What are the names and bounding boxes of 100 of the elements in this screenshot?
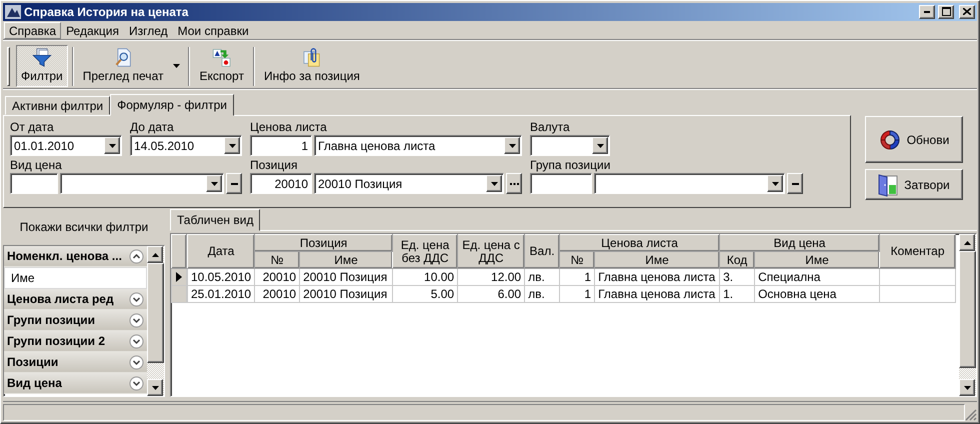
dropdown-field[interactable] — [530, 135, 610, 156]
minimize-button[interactable] — [919, 4, 935, 19]
column-header[interactable]: Позиция — [254, 234, 393, 252]
menu-item[interactable]: Справка — [4, 22, 62, 39]
expand-icon[interactable] — [129, 334, 144, 349]
caret-icon — [152, 386, 158, 390]
menu-item[interactable]: Мои справки — [172, 22, 254, 39]
tab[interactable]: Активни филтри — [5, 96, 110, 116]
dropdown-field[interactable] — [60, 173, 224, 194]
filter-group-header[interactable]: Групи позиции — [4, 310, 147, 332]
table-cell: 20010 Позиция — [300, 286, 393, 303]
table-cell: 12.00 — [458, 268, 525, 286]
current-row-icon — [175, 272, 183, 282]
table-cell: 1 — [560, 286, 595, 303]
expand-icon[interactable] — [129, 312, 144, 328]
table-cell: 20010 — [254, 286, 300, 303]
action-button[interactable]: Затвори — [865, 169, 963, 200]
dropdown-button[interactable] — [592, 137, 608, 154]
filter-group-header[interactable]: Ценова листа ред — [4, 289, 147, 310]
scrollbar[interactable] — [959, 234, 976, 396]
collapse-icon[interactable] — [129, 248, 144, 264]
window-title: Справка История на цената — [24, 4, 190, 19]
expand-icon[interactable] — [129, 354, 144, 370]
scrollbar[interactable] — [147, 246, 164, 396]
minus-icon — [230, 182, 238, 185]
clear-button[interactable] — [226, 173, 242, 194]
filter-group-header[interactable]: Позиции — [4, 352, 147, 374]
door-icon — [878, 172, 898, 197]
column-header[interactable]: Код — [720, 252, 755, 269]
dropdown-button[interactable] — [224, 137, 240, 154]
filter-group-header[interactable]: Номенкл. ценова ... — [4, 246, 147, 268]
resize-grip-icon[interactable] — [965, 408, 977, 421]
field-label: Вид цена — [10, 158, 63, 172]
show-all-filters-button[interactable]: Покажи всички филтри — [3, 209, 165, 246]
column-header[interactable]: Ценова листа — [560, 234, 720, 252]
table-cell: 5.00 — [392, 286, 458, 303]
dropdown-button[interactable] — [767, 175, 783, 192]
column-header[interactable]: Ед. цена с ДДС — [458, 234, 525, 269]
column-header[interactable]: Име — [594, 252, 720, 269]
dropdown-button[interactable] — [104, 137, 120, 154]
dropdown-field[interactable]: Главна ценова листа — [314, 135, 522, 156]
toolbar-button[interactable]: Филтри — [16, 44, 68, 87]
code-field[interactable] — [10, 173, 58, 194]
dropdown-field[interactable] — [594, 173, 785, 194]
toolbar-button[interactable]: Инфо за позиция — [258, 44, 365, 87]
browse-button[interactable] — [506, 173, 522, 194]
field-label: От дата — [10, 120, 55, 134]
table-cell: 1 — [560, 268, 595, 286]
scroll-up-button[interactable] — [147, 246, 163, 264]
scroll-down-button[interactable] — [147, 379, 163, 396]
caret-icon — [964, 386, 970, 390]
dropdown-button[interactable] — [504, 137, 520, 154]
table-cell: 10.05.2010 — [188, 268, 255, 286]
toolbar-button[interactable]: Преглед печат — [78, 44, 184, 87]
action-button[interactable]: Обнови — [865, 116, 963, 164]
column-header[interactable]: № — [560, 252, 595, 269]
clear-button[interactable] — [787, 173, 803, 194]
field-label: Група позиции — [530, 158, 612, 172]
caret-icon — [772, 182, 778, 186]
table-cell: 20010 Позиция — [300, 268, 393, 286]
column-header[interactable]: № — [254, 252, 300, 269]
tab[interactable]: Табличен вид — [170, 209, 260, 232]
date-field[interactable]: 01.01.2010 — [10, 135, 122, 156]
filter-item[interactable]: Име — [4, 267, 147, 290]
dropdown-button[interactable] — [206, 175, 222, 192]
column-header[interactable]: Име — [300, 252, 393, 269]
filter-group-header[interactable]: Вид цена — [4, 373, 147, 394]
column-header[interactable]: Ед. цена без ДДС — [392, 234, 458, 269]
code-field[interactable]: 20010 — [250, 173, 312, 194]
close-icon — [963, 8, 971, 16]
toolbar-button[interactable]: Експорт — [194, 44, 249, 87]
table-cell: 6.00 — [458, 286, 525, 303]
column-header[interactable]: Вал. — [524, 234, 560, 269]
minus-icon — [792, 182, 798, 185]
date-field[interactable]: 14.05.2010 — [130, 135, 242, 156]
refresh-icon — [878, 128, 901, 151]
menu-item[interactable]: Изглед — [124, 22, 173, 39]
dropdown-button[interactable] — [486, 175, 502, 192]
tab[interactable]: Формуляр - филтри — [110, 94, 234, 116]
column-header[interactable]: Коментар — [880, 234, 956, 269]
caret-icon — [490, 182, 498, 186]
maximize-icon — [942, 7, 950, 16]
code-field[interactable]: 1 — [250, 135, 312, 156]
caret-icon — [596, 144, 604, 148]
scroll-up-button[interactable] — [959, 234, 975, 252]
expand-icon[interactable] — [129, 376, 144, 391]
caret-icon — [228, 144, 236, 148]
menu-item[interactable]: Редакция — [61, 22, 124, 39]
maximize-button[interactable] — [938, 4, 954, 19]
filter-group-header[interactable]: Групи позиции 2 — [4, 331, 147, 352]
scroll-down-button[interactable] — [959, 379, 975, 396]
column-header[interactable]: Вид цена — [720, 234, 880, 252]
dropdown-field[interactable]: 20010 Позиция — [314, 173, 504, 194]
app-icon — [5, 4, 21, 19]
close-button[interactable] — [959, 4, 975, 19]
column-header[interactable]: Име — [754, 252, 880, 269]
code-field[interactable] — [530, 173, 592, 194]
column-header[interactable]: Дата — [188, 234, 255, 269]
expand-icon[interactable] — [129, 292, 144, 307]
row-selector[interactable] — [172, 268, 186, 286]
